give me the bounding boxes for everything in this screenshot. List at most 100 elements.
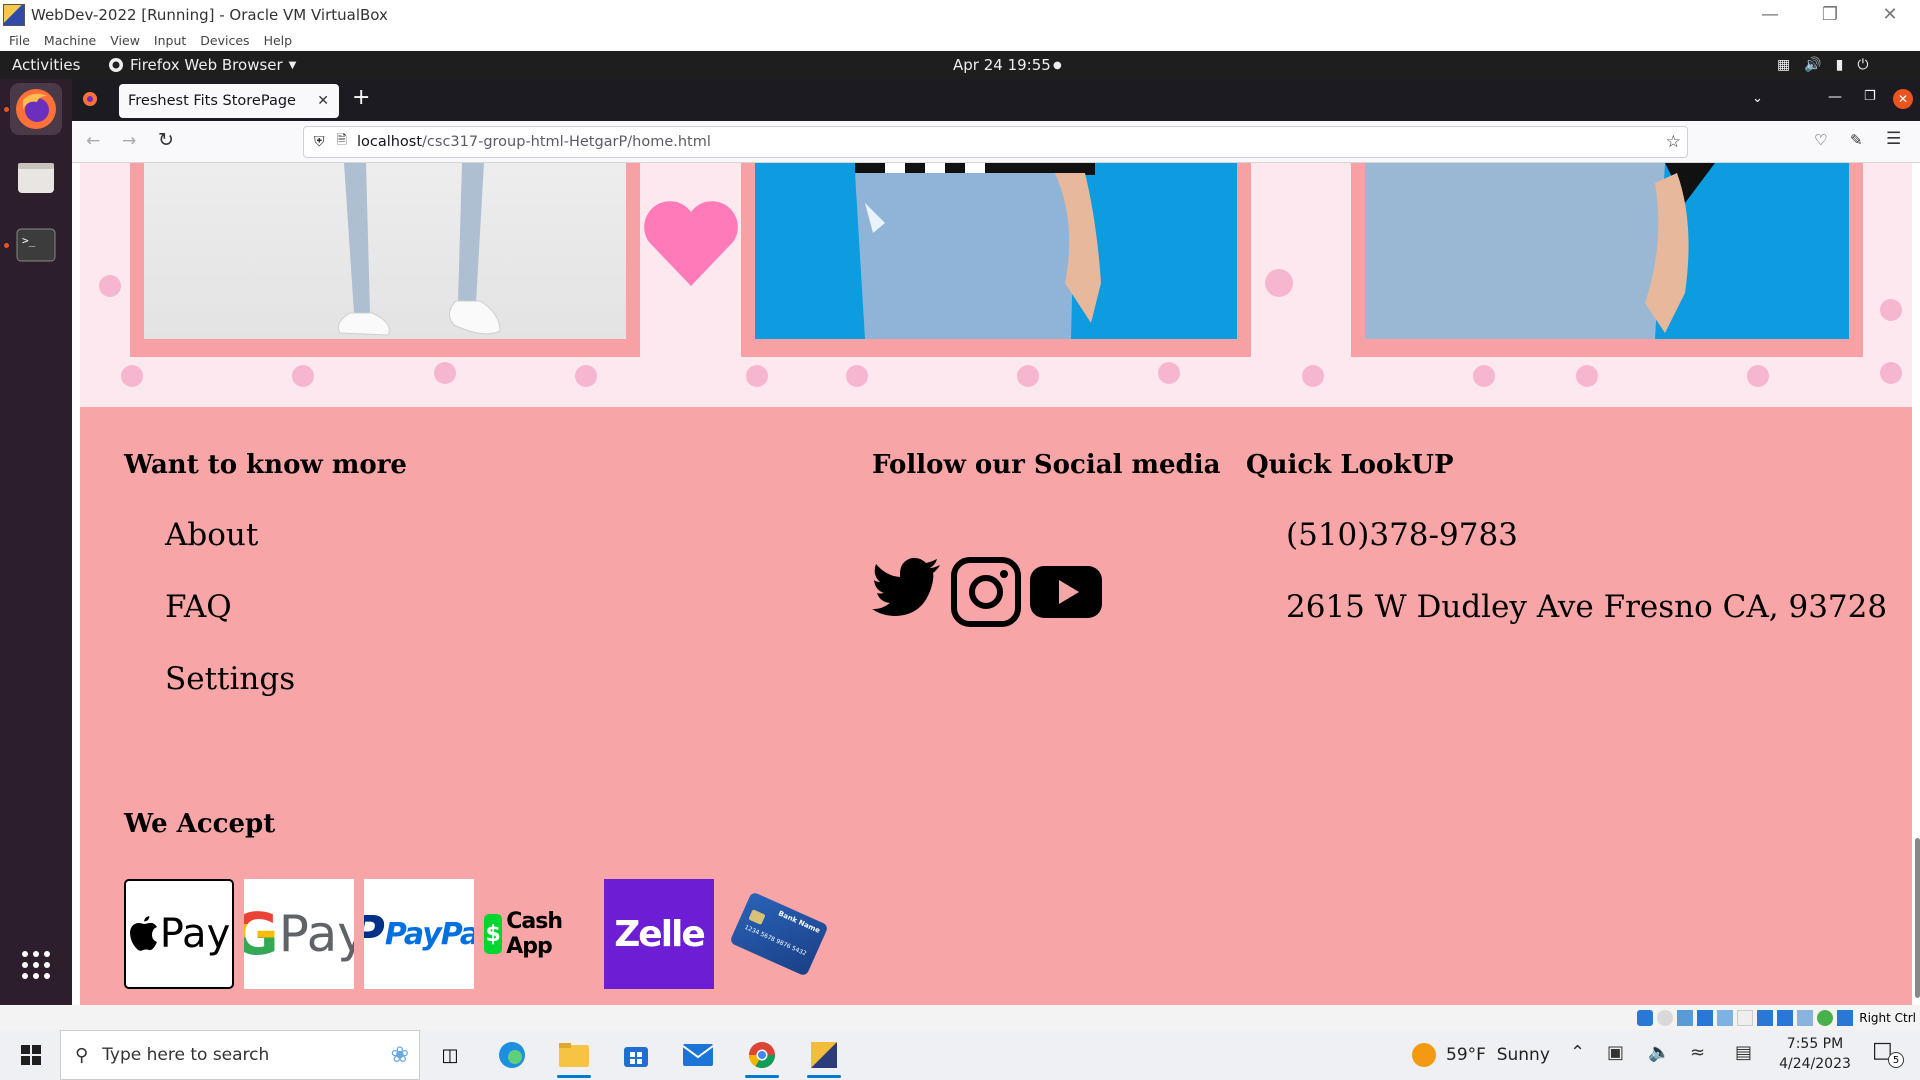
decor-dot bbox=[434, 362, 456, 384]
bookmark-star-icon[interactable]: ☆ bbox=[1666, 132, 1681, 152]
security-icon[interactable]: ▣ bbox=[1607, 1042, 1624, 1063]
wifi-icon[interactable]: ≈ bbox=[1690, 1042, 1705, 1063]
file-explorer-button[interactable] bbox=[549, 1030, 599, 1080]
start-button[interactable] bbox=[6, 1030, 56, 1080]
audio-icon[interactable] bbox=[1677, 1009, 1694, 1026]
phone-number[interactable]: (510)378-9783 bbox=[1286, 517, 1518, 553]
firefox-small-icon bbox=[109, 58, 123, 72]
minimize-button[interactable]: — bbox=[1740, 0, 1800, 29]
activities-button[interactable]: Activities bbox=[12, 51, 80, 79]
dock-files[interactable] bbox=[10, 151, 62, 203]
menu-input[interactable]: Input bbox=[154, 33, 186, 48]
clock[interactable]: Apr 24 19:55 bbox=[953, 51, 1051, 79]
taskbar-search[interactable]: ⚲ Type here to search ❀ bbox=[60, 1030, 420, 1080]
ff-maximize-button[interactable]: ❐ bbox=[1864, 89, 1876, 104]
network-icon: ▦ bbox=[1777, 57, 1791, 73]
recording-icon[interactable] bbox=[1777, 1009, 1794, 1026]
list-all-tabs-icon[interactable]: ⌄ bbox=[1752, 91, 1763, 106]
usb-icon[interactable] bbox=[1717, 1009, 1734, 1026]
youtube-icon[interactable] bbox=[1030, 566, 1102, 622]
chrome-button[interactable] bbox=[737, 1030, 787, 1080]
system-tray[interactable]: ▦ 🔊 ▮ ⏻ bbox=[1777, 51, 1868, 79]
edge-button[interactable] bbox=[487, 1030, 537, 1080]
show-hidden-icons-chevron[interactable]: ⌃ bbox=[1570, 1042, 1585, 1063]
twitter-icon[interactable] bbox=[872, 557, 942, 623]
menu-file[interactable]: File bbox=[9, 33, 30, 48]
url-path: /csc317-group-html-HetgarP/home.html bbox=[422, 134, 711, 150]
display-icon[interactable] bbox=[1757, 1009, 1774, 1026]
input-indicator-icon[interactable]: ▤ bbox=[1735, 1042, 1752, 1063]
notification-center-button[interactable]: □ 5 bbox=[1872, 1038, 1904, 1070]
decor-dot bbox=[1747, 365, 1769, 387]
shared-folders-icon[interactable] bbox=[1737, 1009, 1754, 1026]
mail-button[interactable] bbox=[673, 1030, 723, 1080]
page-info-icon[interactable]: 🗎 bbox=[337, 131, 347, 153]
app-menu[interactable]: Firefox Web Browser ▼ bbox=[108, 51, 296, 79]
tab-active[interactable]: Freshest Fits StorePage ✕ bbox=[119, 84, 339, 118]
url-bar[interactable]: ⛨ 🗎 localhost /csc317-group-html-HetgarP… bbox=[303, 126, 1688, 158]
back-icon[interactable]: ← bbox=[86, 131, 100, 151]
credit-card-icon: Bank Name 1234 5678 9876 5432 bbox=[729, 891, 829, 977]
close-button[interactable]: ✕ bbox=[1860, 0, 1920, 29]
speaker-icon[interactable]: 🔈 bbox=[1648, 1042, 1670, 1063]
tab-title: Freshest Fits StorePage bbox=[128, 93, 296, 109]
restore-button[interactable]: ❐ bbox=[1800, 0, 1860, 29]
page-scrollbar[interactable] bbox=[1915, 838, 1920, 998]
extensions-icon[interactable]: ✎ bbox=[1850, 131, 1863, 149]
ff-close-button[interactable]: ✕ bbox=[1893, 89, 1913, 109]
weather-text: 59°F Sunny bbox=[1446, 1045, 1550, 1065]
tab-close-icon[interactable]: ✕ bbox=[317, 93, 329, 109]
apple-pay-logo: Pay bbox=[124, 879, 234, 989]
mouse-integration-icon[interactable] bbox=[1837, 1009, 1854, 1026]
ubuntu-dock: >_ bbox=[0, 79, 72, 1005]
dock-firefox[interactable] bbox=[10, 83, 62, 135]
firefox-view-icon[interactable] bbox=[82, 91, 98, 111]
tracking-shield-icon[interactable]: ⛨ bbox=[314, 134, 325, 150]
app-grid-icon bbox=[22, 951, 50, 979]
active-indicator bbox=[557, 1075, 591, 1078]
decor-dot bbox=[292, 365, 314, 387]
dock-terminal[interactable]: >_ bbox=[10, 219, 62, 271]
task-view-button[interactable]: ◫ bbox=[425, 1030, 475, 1080]
taskbar-clock[interactable]: 7:55 PM 4/24/2023 bbox=[1770, 1034, 1860, 1074]
running-indicator bbox=[4, 243, 9, 248]
running-indicator bbox=[4, 107, 9, 112]
faq-link[interactable]: FAQ bbox=[165, 589, 232, 625]
url-host: localhost bbox=[356, 134, 423, 150]
forward-icon[interactable]: → bbox=[122, 131, 136, 151]
guest-additions-icon[interactable] bbox=[1817, 1009, 1834, 1026]
menu-help[interactable]: Help bbox=[264, 33, 293, 48]
pocket-icon[interactable]: ♡ bbox=[1814, 131, 1827, 149]
decor-dot bbox=[1473, 365, 1495, 387]
product-image-sneakers bbox=[144, 163, 626, 339]
search-icon: ⚲ bbox=[75, 1044, 89, 1066]
virtualization-icon[interactable] bbox=[1797, 1009, 1814, 1026]
product-frame[interactable] bbox=[741, 163, 1251, 357]
instagram-icon[interactable] bbox=[951, 557, 1021, 631]
menu-machine[interactable]: Machine bbox=[44, 33, 96, 48]
menu-view[interactable]: View bbox=[110, 33, 140, 48]
menu-devices[interactable]: Devices bbox=[200, 33, 249, 48]
optical-drive-icon[interactable] bbox=[1657, 1009, 1674, 1026]
new-tab-button[interactable]: + bbox=[352, 85, 370, 110]
browser-nav-bar: ← → ↻ ⛨ 🗎 localhost /csc317-group-html-H… bbox=[72, 121, 1920, 163]
active-indicator bbox=[745, 1075, 779, 1078]
network-adapter-icon[interactable] bbox=[1697, 1009, 1714, 1026]
hamburger-menu-icon[interactable]: ☰ bbox=[1886, 129, 1901, 149]
weather-widget[interactable]: 59°F Sunny bbox=[1412, 1030, 1550, 1080]
paypal-p-icon: P bbox=[364, 906, 385, 962]
disk-icon[interactable] bbox=[1637, 1009, 1654, 1026]
lookup-heading: Quick LookUP bbox=[1246, 450, 1454, 480]
page-viewport: Want to know more About FAQ Settings Fol… bbox=[72, 163, 1920, 1005]
reload-icon[interactable]: ↻ bbox=[158, 129, 174, 151]
search-highlight-icon: ❀ bbox=[390, 1042, 409, 1068]
virtualbox-button[interactable] bbox=[799, 1030, 849, 1080]
store-button[interactable] bbox=[611, 1030, 661, 1080]
product-frame[interactable] bbox=[1351, 163, 1863, 357]
product-frame[interactable] bbox=[130, 163, 640, 357]
ff-minimize-button[interactable]: — bbox=[1828, 89, 1842, 105]
virtualbox-taskbar-icon bbox=[811, 1042, 837, 1068]
settings-link[interactable]: Settings bbox=[165, 661, 295, 697]
about-link[interactable]: About bbox=[165, 517, 258, 553]
show-apps-button[interactable] bbox=[10, 939, 62, 991]
